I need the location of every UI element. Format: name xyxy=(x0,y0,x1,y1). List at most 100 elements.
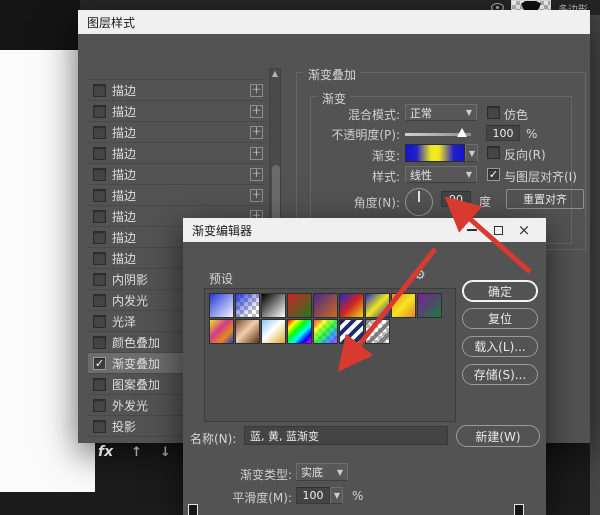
effect-checkbox[interactable] xyxy=(93,294,106,307)
photoshop-screen: 多边形 图层样式 描边＋描边＋描边＋描边＋描边＋描边＋描边＋描边＋描边＋内阴影内… xyxy=(0,0,600,515)
opacity-slider-handle[interactable] xyxy=(457,128,467,137)
reverse-label: 反向(R) xyxy=(504,146,546,163)
angle-value[interactable]: 90 xyxy=(441,191,471,207)
smoothness-unit: % xyxy=(352,489,363,503)
effect-checkbox[interactable] xyxy=(93,336,106,349)
effect-checkbox[interactable] xyxy=(93,273,106,286)
angle-dial[interactable] xyxy=(405,188,433,216)
gradient-picker-button[interactable]: ▼ xyxy=(465,144,478,162)
move-effect-up-button[interactable]: ↑ xyxy=(131,445,142,460)
smoothness-label: 平滑度(M): xyxy=(212,489,292,506)
style-select[interactable]: 线性 ▼ xyxy=(405,166,477,183)
align-with-layer-checkbox[interactable]: ✓ xyxy=(487,168,500,181)
presets-label: 预设 xyxy=(209,270,233,287)
presets-grid xyxy=(204,288,456,422)
gradient-type-select[interactable]: 实底 ▼ xyxy=(296,463,348,481)
effect-checkbox[interactable] xyxy=(93,315,106,328)
move-effect-down-button[interactable]: ↓ xyxy=(160,445,171,460)
effect-checkbox[interactable] xyxy=(93,168,106,181)
gradient-name-input[interactable] xyxy=(244,426,448,445)
scroll-up-icon[interactable]: ▲ xyxy=(270,69,280,78)
effect-label: 描边 xyxy=(112,124,244,141)
effect-checkbox[interactable]: ✓ xyxy=(93,357,106,370)
effect-item-stroke-1[interactable]: 描边 ＋ xyxy=(88,80,267,101)
effect-checkbox[interactable] xyxy=(93,420,106,433)
effect-checkbox[interactable] xyxy=(93,378,106,391)
chevron-down-icon: ▼ xyxy=(466,108,472,117)
gradient-preset-red-to-green[interactable] xyxy=(287,293,312,318)
effect-checkbox[interactable] xyxy=(93,84,106,97)
angle-unit: 度 xyxy=(479,193,491,210)
blend-mode-select[interactable]: 正常 ▼ xyxy=(405,104,477,121)
angle-label: 角度(N): xyxy=(238,194,400,211)
gradient-preset-copper[interactable] xyxy=(235,319,260,344)
gradient-preset-blue-yellow-blue[interactable] xyxy=(365,293,390,318)
gradient-preset-foreground-to-background[interactable] xyxy=(209,293,234,318)
chevron-down-icon: ▼ xyxy=(334,491,340,500)
gradient-preset-transparent-rainbow[interactable] xyxy=(313,319,338,344)
effect-label: 描边 xyxy=(112,82,244,99)
gradient-preset-blue-white-gold[interactable] xyxy=(261,319,286,344)
gradient-preset-yellow-violet-orange-blue[interactable] xyxy=(209,319,234,344)
gradient-preset-violet-to-green[interactable] xyxy=(417,293,442,318)
gradient-preview[interactable] xyxy=(405,144,465,162)
add-effect-button[interactable]: ＋ xyxy=(250,84,263,97)
effect-label: 描边 xyxy=(112,187,244,204)
gradient-overlay-group-title: 渐变叠加 xyxy=(304,66,360,83)
effect-checkbox[interactable] xyxy=(93,231,106,244)
effect-checkbox[interactable] xyxy=(93,399,106,412)
save-button[interactable]: 存储(S)... xyxy=(462,364,538,385)
load-button[interactable]: 载入(L)... xyxy=(462,336,538,357)
layer-style-titlebar[interactable]: 图层样式 xyxy=(78,10,590,34)
gradient-preset-foreground-to-transparent[interactable] xyxy=(235,293,260,318)
effect-item-partial[interactable] xyxy=(88,68,267,80)
gradient-editor-body: 预设 ⚙ 确定 复位 载入(L)... 存储(S)... 名称(N): 新建(W… xyxy=(183,242,546,515)
effect-checkbox[interactable] xyxy=(93,147,106,160)
reverse-checkbox[interactable] xyxy=(487,146,500,159)
smoothness-dropdown-button[interactable]: ▼ xyxy=(330,487,343,504)
panel-edge-strip xyxy=(590,15,600,515)
effect-label: 描边 xyxy=(112,103,244,120)
restore-icon[interactable] xyxy=(485,219,511,241)
gradient-editor-titlebar[interactable]: 渐变编辑器 × xyxy=(183,218,546,242)
chevron-down-icon: ▼ xyxy=(469,149,475,158)
align-with-layer-label: 与图层对齐(I) xyxy=(504,168,577,185)
layer-style-title: 图层样式 xyxy=(87,14,135,31)
gear-icon[interactable]: ⚙ xyxy=(414,268,426,283)
chevron-down-icon: ▼ xyxy=(337,468,343,477)
minimize-icon[interactable] xyxy=(459,219,485,241)
gradient-preset-spectrum[interactable] xyxy=(287,319,312,344)
dither-checkbox[interactable] xyxy=(487,106,500,119)
gradient-preset-blue-red-yellow[interactable] xyxy=(339,293,364,318)
effect-checkbox[interactable] xyxy=(93,189,106,202)
gradient-editor-title: 渐变编辑器 xyxy=(192,222,252,239)
ok-button[interactable]: 确定 xyxy=(462,280,538,302)
gradient-type-label: 渐变类型: xyxy=(212,466,292,483)
gradient-preset-blue-stripes[interactable] xyxy=(339,319,364,344)
style-label: 样式: xyxy=(238,168,400,185)
effect-checkbox[interactable] xyxy=(93,105,106,118)
gradient-preset-transparent-stripes[interactable] xyxy=(365,319,390,344)
effect-checkbox[interactable] xyxy=(93,210,106,223)
opacity-stop-left[interactable] xyxy=(188,504,198,515)
opacity-stop-right[interactable] xyxy=(514,504,524,515)
gradient-preset-violet-to-orange[interactable] xyxy=(313,293,338,318)
gradient-preset-orange-yellow-orange[interactable] xyxy=(391,293,416,318)
opacity-slider[interactable] xyxy=(405,133,471,136)
effect-checkbox[interactable] xyxy=(93,126,106,139)
effect-label: 描边 xyxy=(112,166,244,183)
reset-button[interactable]: 复位 xyxy=(462,308,538,329)
chevron-down-icon: ▼ xyxy=(466,170,472,179)
opacity-value[interactable]: 100 xyxy=(486,125,520,141)
gradient-subgroup-title: 渐变 xyxy=(318,90,350,107)
opacity-unit: % xyxy=(526,127,537,141)
gradient-editor-dialog: 渐变编辑器 × 预设 ⚙ 确定 复位 载入(L)... 存储(S)... 名称(… xyxy=(183,218,546,515)
effect-checkbox[interactable] xyxy=(93,252,106,265)
smoothness-value[interactable]: 100 xyxy=(296,487,330,504)
new-button[interactable]: 新建(W) xyxy=(456,425,540,447)
gradient-preset-black-to-white[interactable] xyxy=(261,293,286,318)
fx-menu-button[interactable]: fx xyxy=(98,444,113,460)
reset-alignment-button[interactable]: 重置对齐 xyxy=(506,189,584,209)
close-icon[interactable]: × xyxy=(511,219,537,241)
canvas-dark-area xyxy=(0,0,80,50)
